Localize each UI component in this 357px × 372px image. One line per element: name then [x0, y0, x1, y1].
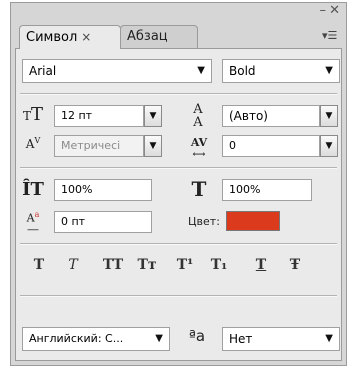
kerning-icon: AV [25, 136, 41, 151]
font-family-value: Arial [29, 64, 57, 78]
vertical-scale-icon: ȊT [22, 179, 44, 200]
small-caps-button[interactable]: Tт [132, 257, 162, 273]
baseline-shift-icon: Aa ― [26, 210, 40, 236]
character-panel: – ✕ Символ × Абзац ▾☰ Arial ▼ Bold ▼ TT 1… [10, 2, 347, 366]
minimize-icon[interactable]: – [320, 3, 327, 19]
tab-paragraph[interactable]: Абзац [120, 25, 198, 49]
horizontal-scale-icon: T [191, 177, 207, 201]
close-icon[interactable]: ✕ [329, 3, 340, 19]
language-value: Английский: С... [29, 332, 124, 345]
tracking-dropdown[interactable]: ▼ [320, 135, 338, 157]
chevron-down-icon: ▼ [325, 65, 333, 76]
divider [20, 295, 337, 297]
chevron-down-icon: ▼ [155, 333, 163, 344]
panel-menu-icon[interactable]: ▾☰ [322, 29, 340, 43]
faux-italic-button[interactable]: T [58, 257, 88, 273]
color-label: Цвет: [188, 215, 220, 228]
font-size-dropdown[interactable]: ▼ [144, 105, 162, 127]
antialias-value: Нет [229, 332, 253, 346]
kerning-input[interactable]: Метричесі [54, 135, 144, 157]
text-style-buttons: T T TT Tт T¹ T₁ T Ŧ [24, 257, 336, 279]
tracking-input[interactable]: 0 [222, 135, 320, 157]
underline-button[interactable]: T [246, 257, 276, 273]
divider [20, 167, 337, 169]
tab-character-label: Символ [26, 30, 78, 45]
subscript-button[interactable]: T₁ [204, 257, 234, 273]
panel-content: Arial ▼ Bold ▼ TT 12 пт ▼ AA (Авто) ▼ AV… [15, 48, 342, 361]
font-size-icon: TT [22, 104, 44, 125]
divider [20, 93, 337, 95]
leading-icon: AA [193, 102, 203, 130]
tracking-icon: AV ⟷ [190, 136, 208, 160]
chevron-down-icon: ▼ [325, 333, 333, 344]
divider [20, 243, 337, 245]
color-swatch[interactable] [226, 211, 280, 231]
superscript-button[interactable]: T¹ [170, 257, 200, 273]
font-style-value: Bold [229, 64, 256, 78]
leading-dropdown[interactable]: ▼ [320, 105, 338, 127]
font-style-select[interactable]: Bold ▼ [222, 59, 340, 83]
antialias-select[interactable]: Нет ▼ [222, 327, 340, 351]
faux-bold-button[interactable]: T [24, 257, 54, 273]
leading-input[interactable]: (Авто) [222, 105, 320, 127]
tab-close-icon[interactable]: × [81, 30, 91, 44]
antialias-icon: ªa [188, 327, 206, 345]
horizontal-scale-input[interactable]: 100% [222, 179, 312, 201]
strikethrough-button[interactable]: Ŧ [280, 257, 310, 273]
all-caps-button[interactable]: TT [98, 257, 128, 273]
vertical-scale-input[interactable]: 100% [54, 179, 152, 201]
language-select[interactable]: Английский: С... ▼ [22, 327, 170, 351]
kerning-dropdown[interactable]: ▼ [144, 135, 162, 157]
chevron-down-icon: ▼ [197, 65, 205, 76]
font-family-select[interactable]: Arial ▼ [22, 59, 212, 83]
baseline-shift-input[interactable]: 0 пт [54, 211, 152, 233]
panel-title-bar: – ✕ [11, 3, 346, 25]
tab-paragraph-label: Абзац [127, 29, 168, 44]
font-size-input[interactable]: 12 пт [54, 105, 144, 127]
tab-character[interactable]: Символ × [19, 25, 121, 49]
